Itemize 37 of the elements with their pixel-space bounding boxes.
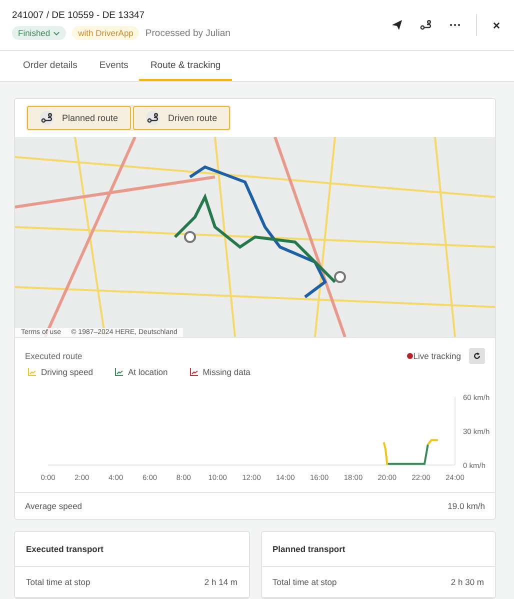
status-dropdown[interactable]: Finished	[12, 26, 66, 40]
legend-label: Missing data	[202, 367, 250, 377]
more-button[interactable]	[448, 22, 462, 28]
speed-line	[382, 439, 439, 466]
card-title: Executed transport	[15, 532, 248, 567]
close-icon	[493, 22, 500, 28]
average-speed-value: 19.0 km/h	[448, 501, 485, 511]
route-icon	[420, 20, 432, 30]
refresh-icon	[473, 352, 481, 360]
driver-app-badge: with DriverApp	[72, 26, 140, 40]
section-title: Executed route	[25, 351, 84, 361]
tab[interactable]: Order details	[12, 51, 88, 81]
close-button[interactable]	[491, 20, 502, 30]
route-toggle[interactable]: Driven route	[133, 106, 230, 130]
tab[interactable]: Route & tracking	[139, 51, 232, 81]
chevron-icon	[53, 30, 60, 36]
order-title: 241007 / DE 10559 - DE 13347	[12, 10, 146, 21]
card-title: Planned transport	[262, 532, 495, 567]
live-tracking-label: Live tracking	[413, 351, 461, 361]
average-speed-label: Average speed	[25, 501, 82, 511]
tab[interactable]: Events	[88, 51, 140, 81]
route-button[interactable]	[418, 18, 434, 32]
row-value: 2 h 30 m	[450, 577, 484, 587]
row-value: 2 h 14 m	[204, 577, 238, 587]
live-dot	[407, 353, 414, 359]
route-toggle[interactable]: Planned route	[27, 106, 132, 130]
row-label: Total time at stop	[26, 577, 90, 587]
send-button[interactable]	[390, 18, 404, 32]
processed-by-text: Processed by Julian	[145, 28, 230, 38]
legend-label: Driving speed	[41, 367, 93, 377]
route-icon	[41, 113, 53, 123]
legend-label: At location	[128, 367, 168, 377]
route-icon	[147, 113, 160, 123]
paper-plane-icon	[392, 20, 402, 30]
speed-line	[387, 444, 429, 465]
refresh-button[interactable]	[469, 348, 485, 364]
row-label: Total time at stop	[272, 577, 337, 587]
